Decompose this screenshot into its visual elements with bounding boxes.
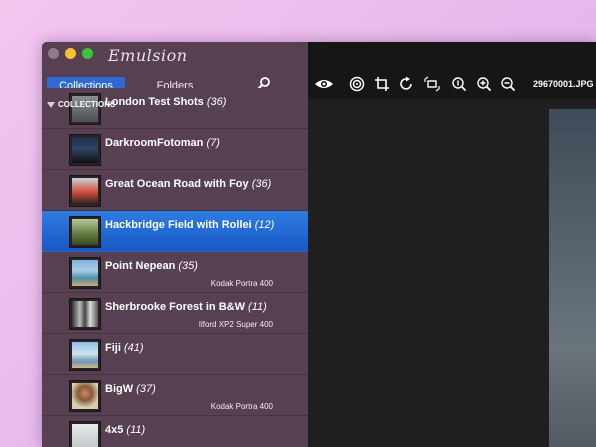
collection-thumbnail <box>69 339 101 371</box>
collection-row[interactable]: DarkroomFotoman (7) <box>42 129 308 170</box>
image-toolbar: 29670001.JPG <box>308 69 596 99</box>
app-title: Emulsion <box>108 46 188 65</box>
collection-thumbnail <box>69 421 101 447</box>
section-header-label: COLLECTIONS <box>58 100 116 109</box>
collection-name: Fiji <box>105 342 121 354</box>
maximize-window-button[interactable] <box>82 48 93 59</box>
collection-name: Sherbrooke Forest in B&W <box>105 301 245 313</box>
collection-count: (12) <box>254 219 275 231</box>
collection-title: 4x5 (11) <box>105 424 145 436</box>
collection-thumbnail <box>69 134 101 166</box>
collection-title: DarkroomFotoman (7) <box>105 137 220 149</box>
window-titlebar-right <box>308 42 596 69</box>
collection-title: Sherbrooke Forest in B&W (11) <box>105 301 267 313</box>
film-stock-label: Ilford XP2 Super 400 <box>198 320 273 329</box>
collection-title: Fiji (41) <box>105 342 144 354</box>
collection-title: Point Nepean (35) <box>105 260 198 272</box>
collection-row[interactable]: Sherbrooke Forest in B&W (11) Ilford XP2… <box>42 293 308 334</box>
collection-count: (7) <box>206 137 220 149</box>
zoom-in-icon[interactable] <box>476 76 492 92</box>
collection-name: DarkroomFotoman <box>105 137 204 149</box>
window-controls <box>48 48 93 59</box>
collection-title: Hackbridge Field with Rollei (12) <box>105 219 274 231</box>
collection-thumbnail <box>69 298 101 330</box>
collection-count: (11) <box>126 424 146 436</box>
rotate-icon[interactable] <box>398 76 414 92</box>
collection-row[interactable]: BigW (37) Kodak Portra 400 <box>42 375 308 416</box>
photo-preview[interactable] <box>549 109 596 447</box>
collection-count: (37) <box>136 383 156 395</box>
collection-thumbnail <box>69 257 101 289</box>
collection-row[interactable]: Fiji (41) <box>42 334 308 375</box>
collection-name: Great Ocean Road with Foy <box>105 178 249 190</box>
collection-name: BigW <box>105 383 134 395</box>
collection-count: (36) <box>206 96 227 108</box>
collection-title: Great Ocean Road with Foy (36) <box>105 178 271 190</box>
collection-thumbnail <box>69 380 101 412</box>
zoom-out-icon[interactable] <box>500 76 516 92</box>
film-stock-label: Kodak Portra 400 <box>210 402 273 411</box>
disclosure-triangle-icon[interactable] <box>47 101 55 108</box>
collection-name: Point Nepean <box>105 260 176 272</box>
image-viewer[interactable] <box>308 99 596 447</box>
collection-count: (36) <box>251 178 272 190</box>
collections-section-header[interactable]: COLLECTIONS <box>47 100 115 109</box>
file-name-label: 29670001.JPG <box>533 79 594 89</box>
collection-name: Hackbridge Field with Rollei <box>105 219 252 231</box>
target-icon[interactable] <box>349 76 365 92</box>
collection-title: London Test Shots (36) <box>105 96 226 108</box>
collection-row-selected[interactable]: Hackbridge Field with Rollei (12) <box>42 211 308 252</box>
collection-name: 4x5 <box>105 424 124 436</box>
collection-title: BigW (37) <box>105 383 156 395</box>
sidebar: Emulsion Collections Folders London Test… <box>42 42 308 447</box>
eye-icon[interactable] <box>314 76 334 92</box>
close-window-button[interactable] <box>48 48 59 59</box>
straighten-icon[interactable] <box>424 76 440 92</box>
app-window: Emulsion Collections Folders London Test… <box>42 42 596 447</box>
film-stock-label: Kodak Portra 400 <box>210 279 273 288</box>
collection-thumbnail <box>69 216 101 248</box>
collection-thumbnail <box>69 175 101 207</box>
minimize-window-button[interactable] <box>65 48 76 59</box>
zoom-actual-icon[interactable] <box>451 76 467 92</box>
crop-icon[interactable] <box>374 76 390 92</box>
collection-count: (11) <box>248 301 267 313</box>
collection-thumbnail <box>69 93 101 125</box>
collection-name: London Test Shots <box>105 96 204 108</box>
collection-count: (35) <box>178 260 198 272</box>
collection-row[interactable]: 4x5 (11) <box>42 416 308 447</box>
collection-row[interactable]: Point Nepean (35) Kodak Portra 400 <box>42 252 308 293</box>
collection-count: (41) <box>123 342 144 354</box>
collection-row[interactable]: Great Ocean Road with Foy (36) <box>42 170 308 211</box>
collection-list: London Test Shots (36) DarkroomFotoman (… <box>42 88 308 447</box>
